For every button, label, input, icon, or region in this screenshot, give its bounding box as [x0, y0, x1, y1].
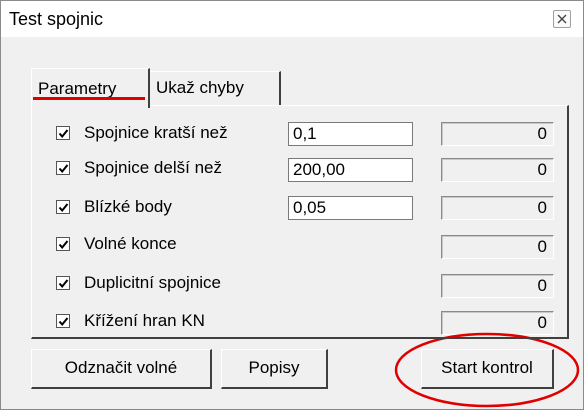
red-underline-annotation [33, 97, 145, 100]
close-icon [557, 14, 567, 24]
tab-ukaz-chyby[interactable]: Ukaž chyby [150, 71, 281, 105]
start-check-button[interactable]: Start kontrol [421, 349, 554, 389]
tab-parametry[interactable]: Parametry [31, 68, 150, 108]
close-button[interactable] [553, 10, 571, 28]
parameters-panel [31, 105, 569, 339]
test-spojnic-dialog: Test spojnic Parametry Ukaž chyby Spojni… [0, 0, 584, 410]
tab-label-ukaz-chyby: Ukaž chyby [156, 78, 244, 97]
unmark-free-button[interactable]: Odznačit volné [31, 349, 212, 389]
tab-label-parametry: Parametry [38, 79, 117, 98]
window-title: Test spojnic [9, 9, 104, 29]
title-bar: Test spojnic [1, 1, 583, 37]
labels-button[interactable]: Popisy [221, 349, 328, 389]
